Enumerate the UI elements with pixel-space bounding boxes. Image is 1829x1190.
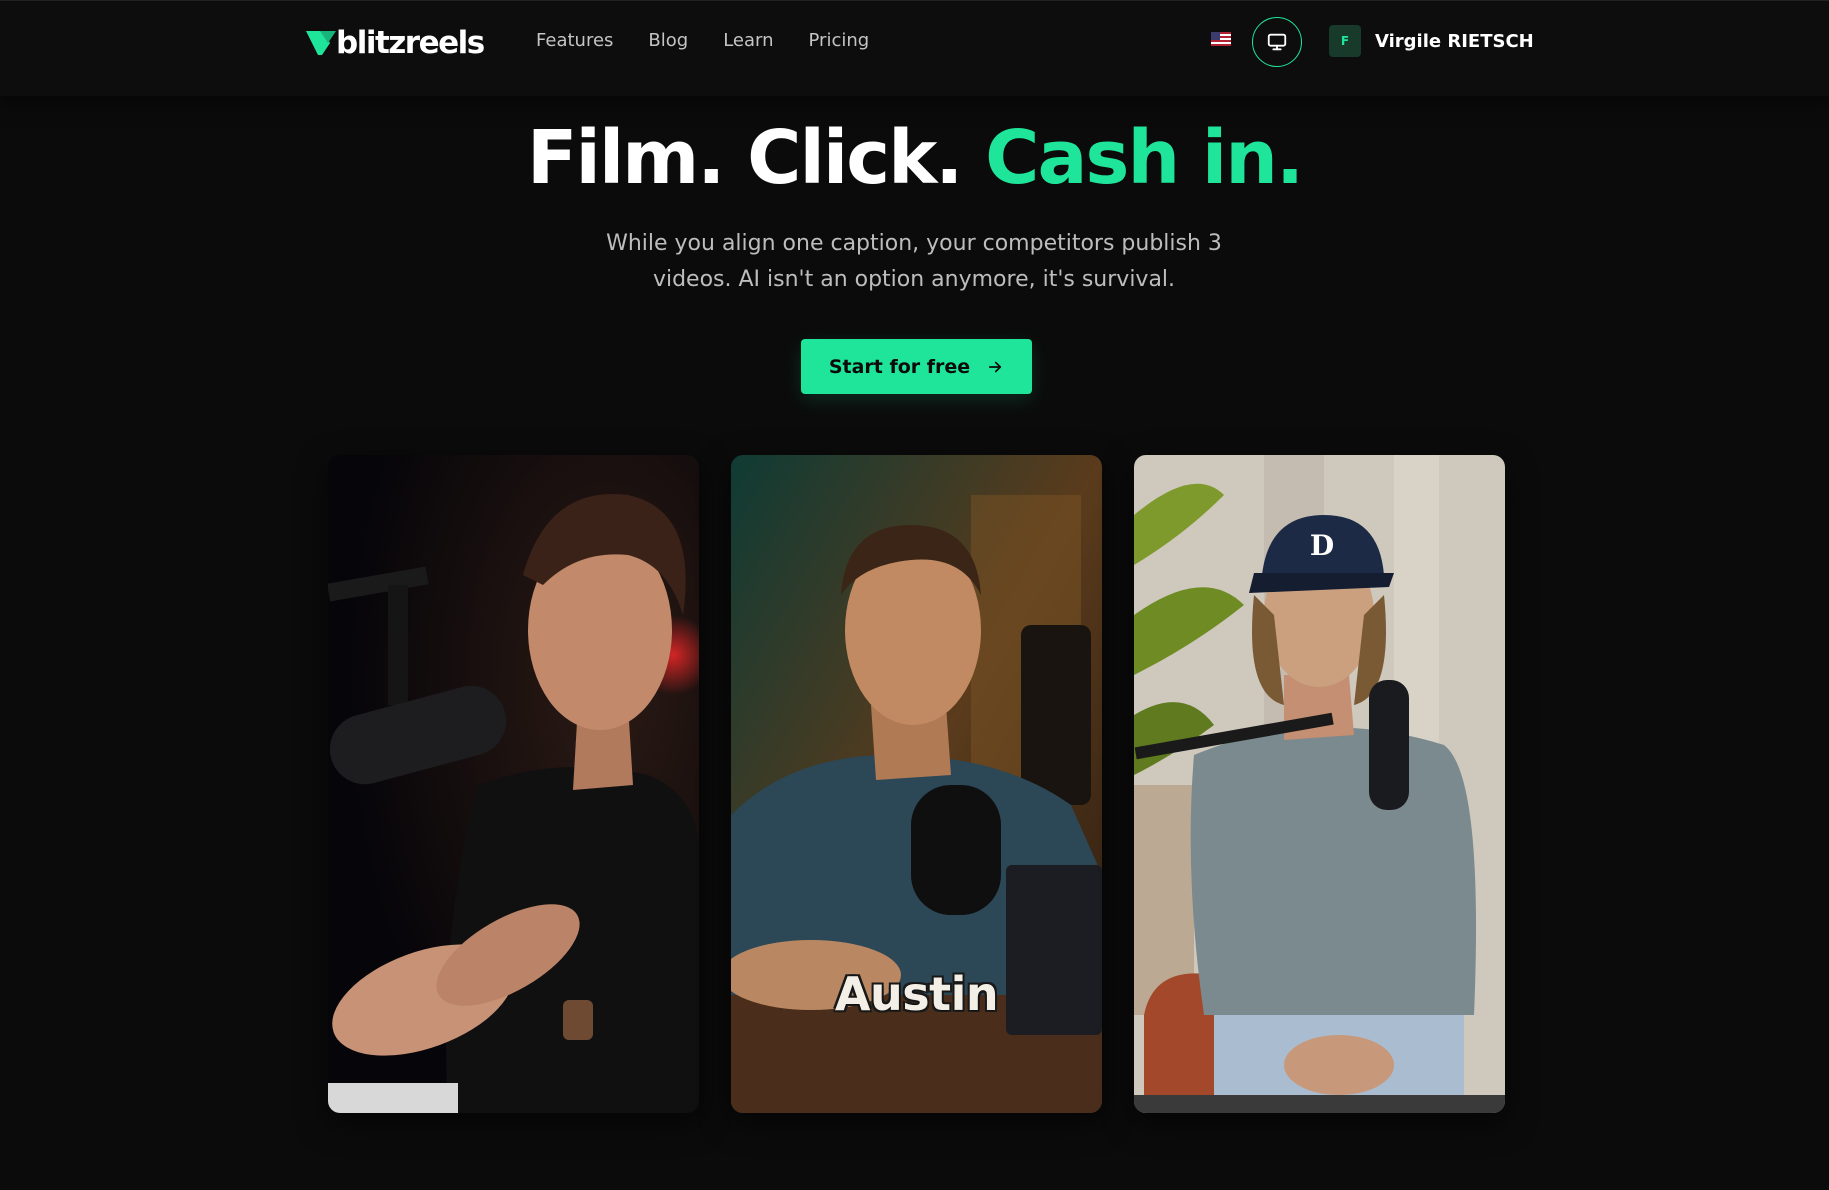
start-for-free-button[interactable]: Start for free (801, 339, 1032, 394)
nav-link-learn[interactable]: Learn (723, 29, 773, 53)
video-card-3[interactable]: D (1134, 455, 1505, 1113)
video-thumbnail: D (1134, 455, 1505, 1113)
us-flag-icon[interactable] (1211, 32, 1231, 46)
video-progress-bar (1134, 1095, 1505, 1113)
user-menu[interactable]: F Virgile RIETSCH (1329, 25, 1534, 57)
blitzreels-logo[interactable]: blitzreels (306, 23, 485, 63)
logo-text: blitzreels (336, 25, 485, 61)
svg-text:D: D (1310, 529, 1334, 562)
cta-label: Start for free (828, 355, 971, 378)
video-card-1[interactable] (328, 455, 699, 1113)
monitor-icon (1267, 33, 1287, 51)
arrow-right-icon (989, 361, 1002, 372)
main-nav: Features Blog Learn Pricing (536, 29, 904, 53)
video-caption: Austin (834, 967, 999, 1021)
logo-mark-icon (306, 31, 336, 55)
avatar: F (1329, 25, 1361, 57)
video-card-2[interactable]: Austin (731, 455, 1102, 1113)
video-thumbnail (328, 455, 699, 1113)
top-navbar: blitzreels Features Blog Learn Pricing F… (0, 0, 1829, 96)
hero-title-accent: Cash in. (985, 115, 1304, 201)
user-name: Virgile RIETSCH (1375, 30, 1534, 52)
hero-title-part1: Film. Click. (526, 115, 963, 201)
device-preview-button[interactable] (1252, 17, 1302, 67)
nav-link-features[interactable]: Features (536, 29, 613, 53)
hero-subtitle: While you align one caption, your compet… (606, 231, 1222, 292)
hero-title: Film. Click. Cash in. (0, 110, 1829, 206)
nav-link-blog[interactable]: Blog (648, 29, 688, 53)
nav-link-pricing[interactable]: Pricing (809, 29, 870, 53)
